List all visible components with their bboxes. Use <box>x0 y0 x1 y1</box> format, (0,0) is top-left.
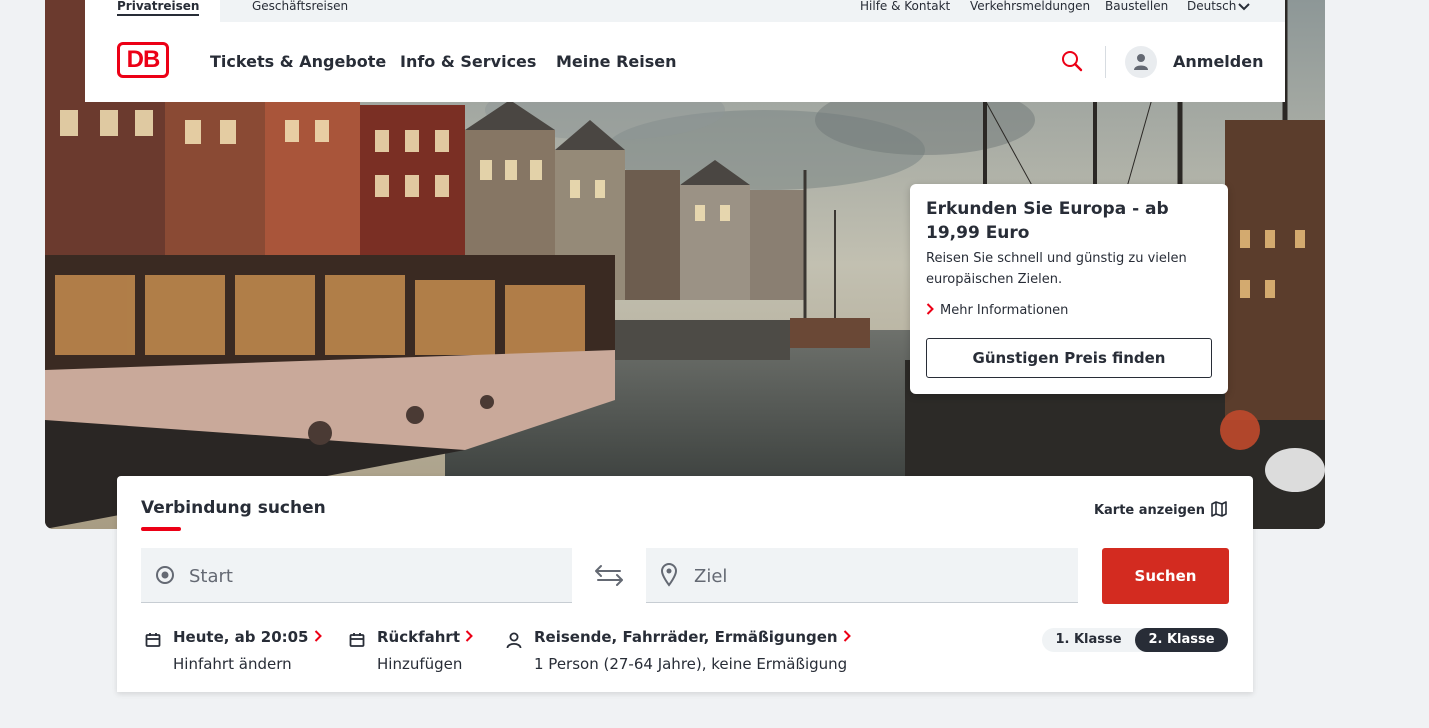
nav-tickets-angebote[interactable]: Tickets & Angebote <box>210 52 386 71</box>
chevron-right-icon <box>843 630 851 642</box>
chevron-right-icon <box>926 303 934 315</box>
user-icon <box>1134 54 1148 70</box>
swap-icon[interactable] <box>594 564 624 590</box>
show-map-label: Karte anzeigen <box>1093 503 1205 518</box>
calendar-icon <box>145 633 161 647</box>
location-pin-icon <box>660 563 678 587</box>
nav-meine-reisen[interactable]: Meine Reisen <box>556 52 677 71</box>
search-icon[interactable] <box>1061 50 1083 76</box>
chevron-right-icon <box>314 630 322 642</box>
travellers-label: Reisende, Fahrräder, Ermäßigungen <box>534 628 838 646</box>
class-2-option[interactable]: 2. Klasse <box>1135 628 1228 652</box>
search-button[interactable]: Suchen <box>1102 548 1229 604</box>
main-header: DB Tickets & Angebote Info & Services Me… <box>85 22 1285 102</box>
title-underline <box>141 527 181 531</box>
promo-more-info-link[interactable]: Mehr Informationen <box>926 303 1068 318</box>
location-dot-icon <box>156 566 174 584</box>
chevron-down-icon <box>1238 2 1251 10</box>
destination-input[interactable] <box>692 548 1066 604</box>
class-1-option[interactable]: 1. Klasse <box>1042 628 1135 652</box>
date-sub: Hinfahrt ändern <box>173 655 292 673</box>
find-price-button[interactable]: Günstigen Preis finden <box>926 338 1212 378</box>
start-field[interactable] <box>141 548 572 604</box>
avatar[interactable] <box>1125 46 1157 78</box>
link-baustellen[interactable]: Baustellen <box>1105 0 1168 13</box>
chevron-right-icon <box>465 630 473 642</box>
promo-card: Erkunden Sie Europa - ab 19,99 Euro Reis… <box>910 184 1228 394</box>
header-divider <box>1105 46 1106 78</box>
date-label: Heute, ab 20:05 <box>173 628 309 646</box>
connection-search-panel: Verbindung suchen Karte anzeigen Suchen … <box>117 476 1253 692</box>
language-label: Deutsch <box>1187 0 1237 13</box>
language-select[interactable]: Deutsch <box>1187 0 1251 13</box>
link-hilfe-kontakt[interactable]: Hilfe & Kontakt <box>860 0 950 13</box>
destination-field[interactable] <box>646 548 1078 604</box>
link-verkehrsmeldungen[interactable]: Verkehrsmeldungen <box>970 0 1090 13</box>
tab-privatreisen[interactable]: Privatreisen <box>85 0 220 22</box>
calendar-icon <box>349 633 365 647</box>
map-icon <box>1211 501 1227 517</box>
tab-privatreisen-label: Privatreisen <box>117 0 200 16</box>
promo-title: Erkunden Sie Europa - ab 19,99 Euro <box>926 199 1169 243</box>
promo-text: Reisen Sie schnell und günstig zu vielen… <box>926 251 1187 287</box>
promo-link-label: Mehr Informationen <box>940 303 1069 318</box>
login-link[interactable]: Anmelden <box>1173 52 1263 71</box>
person-icon <box>506 632 522 649</box>
db-logo[interactable]: DB <box>117 42 169 78</box>
start-input[interactable] <box>187 548 561 604</box>
class-toggle: 1. Klasse 2. Klasse <box>1042 628 1228 652</box>
travellers-sub: 1 Person (27-64 Jahre), keine Ermäßigung <box>534 655 848 673</box>
show-map-link[interactable]: Karte anzeigen <box>1094 501 1227 518</box>
nav-info-services[interactable]: Info & Services <box>400 52 536 71</box>
tab-geschaeftsreisen[interactable]: Geschäftsreisen <box>252 0 348 13</box>
utility-bar: Privatreisen Geschäftsreisen Hilfe & Kon… <box>85 0 1285 22</box>
return-sub: Hinzufügen <box>377 655 463 673</box>
panel-title: Verbindung suchen <box>141 498 326 518</box>
return-label: Rückfahrt <box>377 628 460 646</box>
